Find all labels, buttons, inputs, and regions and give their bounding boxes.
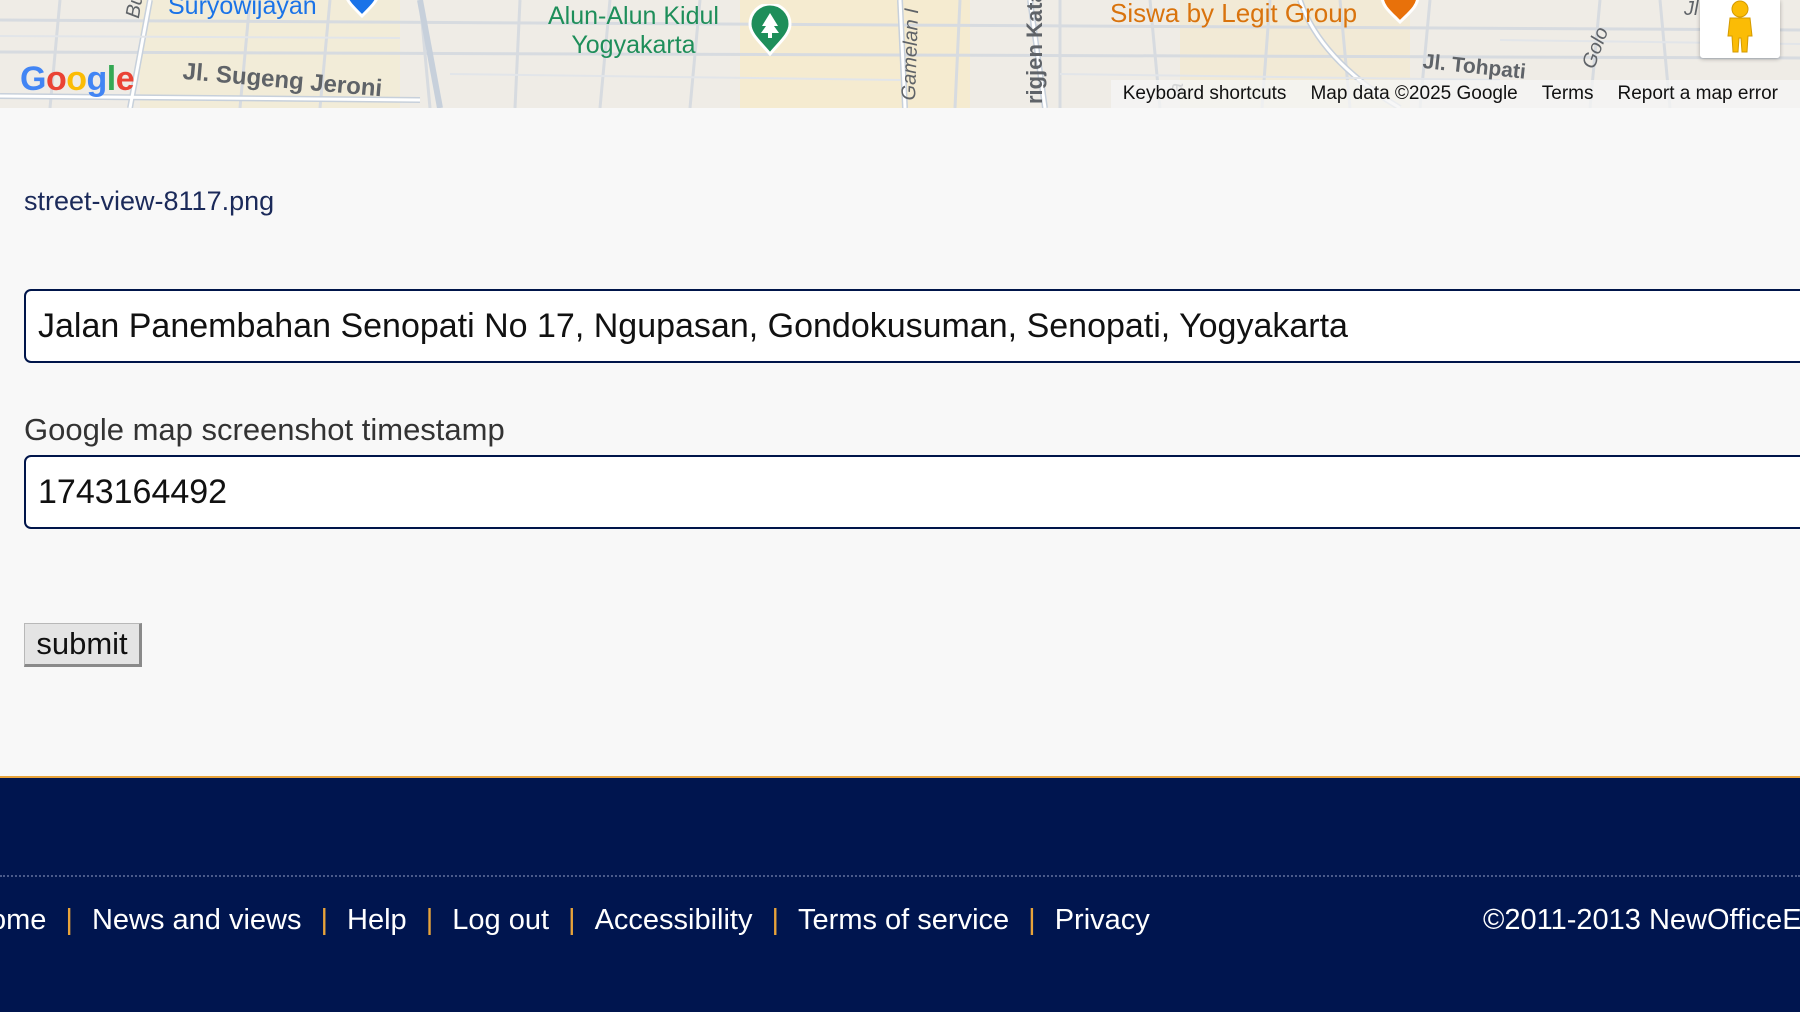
footer-divider: [0, 875, 1800, 877]
map-road-label: rigjen Kata: [1022, 0, 1047, 104]
map-poi-label-alun[interactable]: Alun-Alun Kidul Yogyakarta: [548, 2, 719, 60]
timestamp-input[interactable]: [24, 455, 1800, 529]
screenshot-filename: street-view-8117.png: [24, 186, 275, 216]
footer-link-home[interactable]: ome: [0, 904, 46, 937]
footer-nav: ome | News and views | Help | Log out | …: [0, 904, 1150, 937]
footer-link-news[interactable]: News and views: [92, 904, 302, 937]
park-pin-icon[interactable]: [748, 4, 792, 56]
site-footer: ome | News and views | Help | Log out | …: [0, 776, 1800, 1012]
pegman-icon: [1727, 0, 1753, 53]
map-poi-label-line: Alun-Alun Kidul: [548, 2, 719, 30]
map-poi-label[interactable]: Siswa by Legit Group: [1110, 0, 1357, 29]
footer-separator: |: [568, 904, 576, 936]
footer-link-help[interactable]: Help: [347, 904, 407, 937]
footer-separator: |: [425, 904, 434, 936]
map-attribution-bar: Keyboard shortcuts Map data ©2025 Google…: [1110, 80, 1800, 108]
map-road-label: Jl: [1684, 0, 1699, 20]
map-terms-link[interactable]: Terms: [1542, 83, 1594, 105]
google-logo: Google: [20, 60, 135, 98]
copyright-text: ©2011-2013 NewOfficeEu: [1483, 904, 1800, 936]
timestamp-label: Google map screenshot timestamp: [24, 412, 505, 447]
footer-separator: |: [1028, 904, 1036, 936]
map-data-attribution: Map data ©2025 Google: [1310, 83, 1518, 104]
footer-link-terms[interactable]: Terms of service: [798, 904, 1009, 937]
footer-separator: |: [771, 904, 780, 936]
street-view-pegman-button[interactable]: [1700, 0, 1780, 58]
submit-button[interactable]: submit: [24, 623, 142, 667]
address-input[interactable]: [24, 289, 1800, 363]
footer-separator: |: [65, 904, 73, 936]
footer-link-privacy[interactable]: Privacy: [1055, 904, 1150, 937]
map-view[interactable]: Bugi Suryowijayan Alun-Alun Kidul Yogyak…: [0, 0, 1800, 108]
keyboard-shortcuts-link[interactable]: Keyboard shortcuts: [1123, 83, 1287, 105]
map-road-label: Gamelan I: [898, 7, 924, 101]
report-map-error-link[interactable]: Report a map error: [1617, 83, 1778, 105]
footer-separator: |: [320, 904, 329, 936]
footer-link-accessibility[interactable]: Accessibility: [595, 904, 753, 937]
map-poi-label-line: Yogyakarta: [571, 31, 696, 59]
map-pin-icon[interactable]: [342, 0, 382, 20]
map-poi-label[interactable]: Suryowijayan: [168, 0, 317, 21]
food-pin-icon[interactable]: [1378, 0, 1422, 26]
footer-link-logout[interactable]: Log out: [452, 904, 549, 937]
